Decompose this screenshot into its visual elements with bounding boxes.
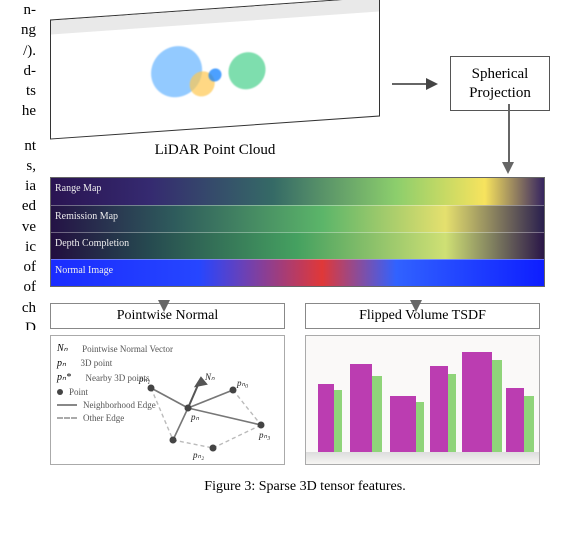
point-cloud-block: LiDAR Point Cloud xyxy=(50,8,380,159)
remission-map: Remission Map xyxy=(51,205,544,232)
tsdf-title: Flipped Volume TSDF xyxy=(305,303,540,329)
line-solid-icon xyxy=(57,404,77,406)
label-Nn: Nₙ xyxy=(204,372,215,382)
arrow-down-icon xyxy=(158,300,170,312)
svg-text:pₙ: pₙ xyxy=(190,412,200,422)
top-row: LiDAR Point Cloud Spherical Projection xyxy=(50,8,560,159)
svg-text:pₙ₃: pₙ₃ xyxy=(258,430,270,440)
pointwise-normal-box: Nₙ Pointwise Normal Vector pₙ 3D point p… xyxy=(50,335,285,465)
range-map: Range Map xyxy=(51,178,544,205)
projection-maps: Range Map Remission Map Depth Completion… xyxy=(50,177,545,287)
arrow-pc-to-sproj xyxy=(392,78,438,90)
dot-icon xyxy=(57,389,63,395)
normal-image-map: Normal Image xyxy=(51,259,544,286)
point-cloud-box xyxy=(50,0,380,140)
line-dashed-icon xyxy=(57,417,77,419)
pointwise-normal-panel: Pointwise Normal Nₙ Pointwise Normal Vec… xyxy=(50,303,285,465)
connector-vert xyxy=(508,104,510,164)
figure-caption: Figure 3: Sparse 3D tensor features. xyxy=(50,479,560,495)
bottom-row: Pointwise Normal Nₙ Pointwise Normal Vec… xyxy=(50,303,560,465)
svg-text:pₙ₁: pₙ₁ xyxy=(138,374,150,384)
spherical-projection-box: Spherical Projection xyxy=(450,56,550,112)
tsdf-panel: Flipped Volume TSDF xyxy=(305,303,540,465)
svg-text:pₙ₀: pₙ₀ xyxy=(236,378,248,388)
arrow-down-icon xyxy=(410,300,422,312)
left-cropped-text: n- ng /). d- ts he nt s, ia ed ve ic of … xyxy=(0,0,38,330)
point-cloud-scatter xyxy=(55,12,375,134)
depth-completion-map: Depth Completion xyxy=(51,232,544,259)
figure-area: LiDAR Point Cloud Spherical Projection R… xyxy=(50,8,560,495)
tsdf-render xyxy=(305,335,540,465)
point-cloud-label: LiDAR Point Cloud xyxy=(50,142,380,159)
svg-text:pₙ₂: pₙ₂ xyxy=(192,450,204,460)
arrow-down-icon xyxy=(502,162,514,174)
pointwise-diagram: Nₙ pₙ pₙ₀ pₙ₁ pₙ₂ pₙ₃ xyxy=(133,370,278,460)
